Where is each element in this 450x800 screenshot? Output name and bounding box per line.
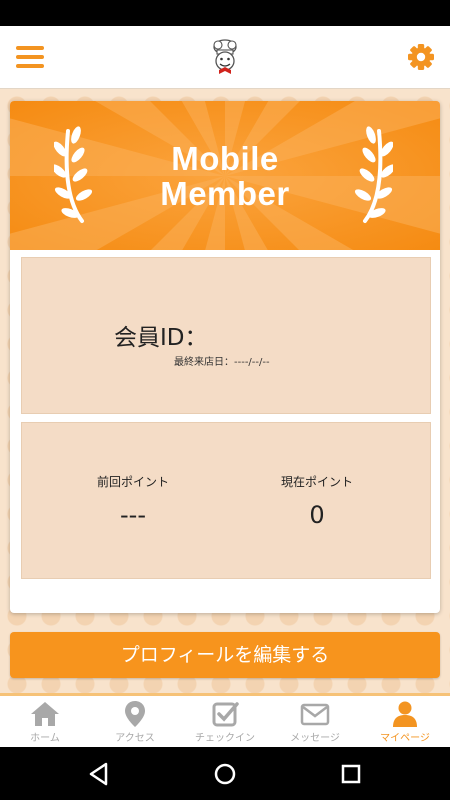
envelope-icon <box>300 703 330 726</box>
tab-access-label: アクセス <box>115 733 155 744</box>
tab-mypage[interactable]: マイページ <box>360 696 450 747</box>
member-card: Mobile Member 会員ID： 最終来店日：----/--/-- 前回ポ… <box>10 101 440 613</box>
app-header <box>0 26 450 89</box>
status-bar <box>0 0 450 26</box>
recents-icon[interactable] <box>338 761 364 787</box>
tab-checkin-label: チェックイン <box>195 733 255 744</box>
chef-mascot-logo <box>213 39 237 74</box>
previous-points-label: 前回ポイント <box>96 475 169 489</box>
points-panel: 前回ポイント --- 現在ポイント 0 <box>21 422 431 579</box>
last-visit-date: 最終来店日：----/--/-- <box>174 357 270 368</box>
tab-access[interactable]: アクセス <box>90 696 180 747</box>
laurel-left-icon <box>54 126 93 223</box>
edit-profile-button[interactable]: プロフィールを編集する <box>10 632 440 678</box>
android-nav-bar <box>0 747 450 800</box>
tab-home-label: ホーム <box>30 733 60 744</box>
home-circle-icon[interactable] <box>212 761 238 787</box>
gear-icon[interactable] <box>406 42 436 72</box>
current-points-label: 現在ポイント <box>280 475 353 489</box>
hamburger-menu-icon[interactable] <box>16 46 44 68</box>
back-icon[interactable] <box>86 761 112 787</box>
laurel-right-icon <box>354 126 393 223</box>
tab-message-label: メッセージ <box>290 733 340 744</box>
tab-checkin[interactable]: チェックイン <box>180 696 270 747</box>
main-content: Mobile Member 会員ID： 最終来店日：----/--/-- 前回ポ… <box>0 89 450 693</box>
bottom-tab-bar: ホーム アクセス チェックイン メッセージ マイページ <box>0 693 450 750</box>
previous-points-value: --- <box>120 501 146 529</box>
current-points-value: 0 <box>309 501 325 529</box>
checkbox-icon <box>212 702 239 727</box>
map-pin-icon <box>125 701 145 727</box>
member-id-panel: 会員ID： 最終来店日：----/--/-- <box>21 257 431 414</box>
tab-mypage-label: マイページ <box>380 733 430 744</box>
tab-home[interactable]: ホーム <box>0 696 90 747</box>
member-id-label: 会員ID： <box>114 325 208 351</box>
person-icon <box>393 701 417 727</box>
home-icon <box>31 702 59 726</box>
tab-message[interactable]: メッセージ <box>270 696 360 747</box>
